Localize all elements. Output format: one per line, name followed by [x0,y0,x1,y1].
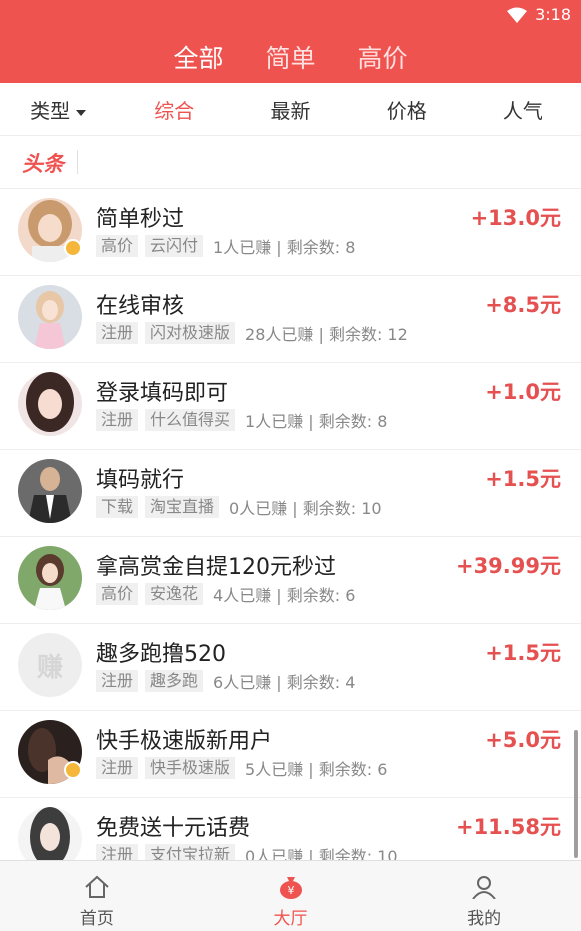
filter-bar: 类型 综合 最新 价格 人气 [0,83,581,136]
nav-mine[interactable]: 我的 [387,861,581,931]
nav-home-label: 首页 [79,909,114,929]
avatar-placeholder-text: 赚 [36,652,63,683]
task-stats: 6人已赚 | 剩余数: 4 [213,673,356,692]
task-stats: 0人已赚 | 剩余数: 10 [229,499,382,518]
task-tag: 淘宝直播 [145,496,220,518]
task-reward: +8.5元 [485,293,561,317]
filter-type-dropdown[interactable]: 类型 [0,95,116,124]
filter-newest[interactable]: 最新 [232,95,348,124]
filter-price[interactable]: 价格 [349,95,465,124]
task-meta: 注册 趣多跑 6人已赚 | 剩余数: 4 [96,669,355,693]
task-stats: 0人已赚 | 剩余数: 10 [245,847,398,860]
avatar: 赚 [18,633,82,697]
task-row[interactable]: 简单秒过 高价 云闪付 1人已赚 | 剩余数: 8 +13.0元 [0,189,581,276]
task-tag: 注册 [96,409,139,431]
task-meta: 高价 云闪付 1人已赚 | 剩余数: 8 [96,234,355,258]
vip-badge-icon [64,239,82,257]
task-tag: 高价 [96,583,139,605]
task-stats: 28人已赚 | 剩余数: 12 [245,325,408,344]
task-row[interactable]: 登录填码即可 注册 什么值得买 1人已赚 | 剩余数: 8 +1.0元 [0,363,581,450]
avatar [18,807,82,860]
task-row[interactable]: 赚 趣多跑撸520 注册 趣多跑 6人已赚 | 剩余数: 4 +1.5元 [0,624,581,711]
task-tag: 安逸花 [145,583,204,605]
nav-mine-label: 我的 [467,909,502,929]
task-reward: +1.0元 [485,380,561,404]
headline-tag: 头条 [22,152,64,176]
task-title: 拿高赏金自提120元秒过 [96,555,336,580]
status-bar: 3:18 [0,0,581,30]
task-title: 简单秒过 [96,207,185,232]
task-meta: 注册 什么值得买 1人已赚 | 剩余数: 8 [96,408,387,432]
task-tag: 趣多跑 [145,670,204,692]
task-stats: 1人已赚 | 剩余数: 8 [245,412,388,431]
task-tag: 什么值得买 [145,409,236,431]
task-reward: +1.5元 [485,641,561,665]
wifi-icon [507,7,527,27]
task-stats: 4人已赚 | 剩余数: 6 [213,586,356,605]
task-reward: +39.99元 [455,554,561,578]
home-icon [84,875,110,903]
task-tag: 注册 [96,757,139,779]
headline-bar[interactable]: 头条 [0,136,581,189]
task-tag: 注册 [96,844,139,860]
scrollbar[interactable] [574,730,578,858]
filter-popularity[interactable]: 人气 [465,95,581,124]
task-meta: 注册 快手极速版 5人已赚 | 剩余数: 6 [96,756,387,780]
task-title: 免费送十元话费 [96,816,251,841]
tab-high-price[interactable]: 高价 [358,39,408,75]
nav-hall-label: 大厅 [273,909,308,929]
task-row[interactable]: 免费送十元话费 注册 支付宝拉新 0人已赚 | 剩余数: 10 +11.58元 [0,798,581,860]
task-title: 填码就行 [96,468,185,493]
task-title: 在线审核 [96,294,185,319]
task-list: 简单秒过 高价 云闪付 1人已赚 | 剩余数: 8 +13.0元 在线审核 注册… [0,189,581,860]
avatar [18,459,82,523]
task-reward: +1.5元 [485,467,561,491]
vip-badge-icon [64,761,82,779]
task-row[interactable]: 在线审核 注册 闪对极速版 28人已赚 | 剩余数: 12 +8.5元 [0,276,581,363]
filter-comprehensive[interactable]: 综合 [116,95,232,124]
task-row[interactable]: 快手极速版新用户 注册 快手极速版 5人已赚 | 剩余数: 6 +5.0元 [0,711,581,798]
avatar [18,546,82,610]
tab-simple[interactable]: 简单 [265,39,315,75]
avatar [18,372,82,436]
task-tag: 高价 [96,235,139,257]
clock: 3:18 [535,5,571,24]
task-tag: 注册 [96,670,139,692]
user-icon [471,875,497,903]
tab-all[interactable]: 全部 [173,39,223,75]
divider [77,150,78,174]
task-reward: +11.58元 [455,815,561,839]
task-row[interactable]: 填码就行 下载 淘宝直播 0人已赚 | 剩余数: 10 +1.5元 [0,450,581,537]
svg-text:¥: ¥ [287,884,294,897]
task-meta: 注册 支付宝拉新 0人已赚 | 剩余数: 10 [96,843,398,860]
caret-down-icon [76,97,87,121]
task-tag: 快手极速版 [145,757,236,779]
filter-type-label: 类型 [30,98,71,123]
task-stats: 5人已赚 | 剩余数: 6 [245,760,388,779]
task-meta: 注册 闪对极速版 28人已赚 | 剩余数: 12 [96,321,408,345]
bottom-nav: 首页 ¥ 大厅 我的 [0,860,581,931]
task-title: 登录填码即可 [96,381,229,406]
task-tag: 支付宝拉新 [145,844,236,860]
top-tab-bar: 全部 简单 高价 [0,30,581,83]
task-tag: 闪对极速版 [145,322,236,344]
task-reward: +5.0元 [485,728,561,752]
avatar [18,285,82,349]
task-tag: 注册 [96,322,139,344]
task-row[interactable]: 拿高赏金自提120元秒过 高价 安逸花 4人已赚 | 剩余数: 6 +39.99… [0,537,581,624]
task-title: 趣多跑撸520 [96,642,226,667]
nav-hall[interactable]: ¥ 大厅 [194,861,388,931]
task-stats: 1人已赚 | 剩余数: 8 [213,238,356,257]
money-bag-icon: ¥ [278,875,304,903]
task-tag: 下载 [96,496,139,518]
task-tag: 云闪付 [145,235,204,257]
task-reward: +13.0元 [470,206,561,230]
task-title: 快手极速版新用户 [96,729,273,754]
task-meta: 高价 安逸花 4人已赚 | 剩余数: 6 [96,582,355,606]
task-meta: 下载 淘宝直播 0人已赚 | 剩余数: 10 [96,495,382,519]
nav-home[interactable]: 首页 [0,861,194,931]
